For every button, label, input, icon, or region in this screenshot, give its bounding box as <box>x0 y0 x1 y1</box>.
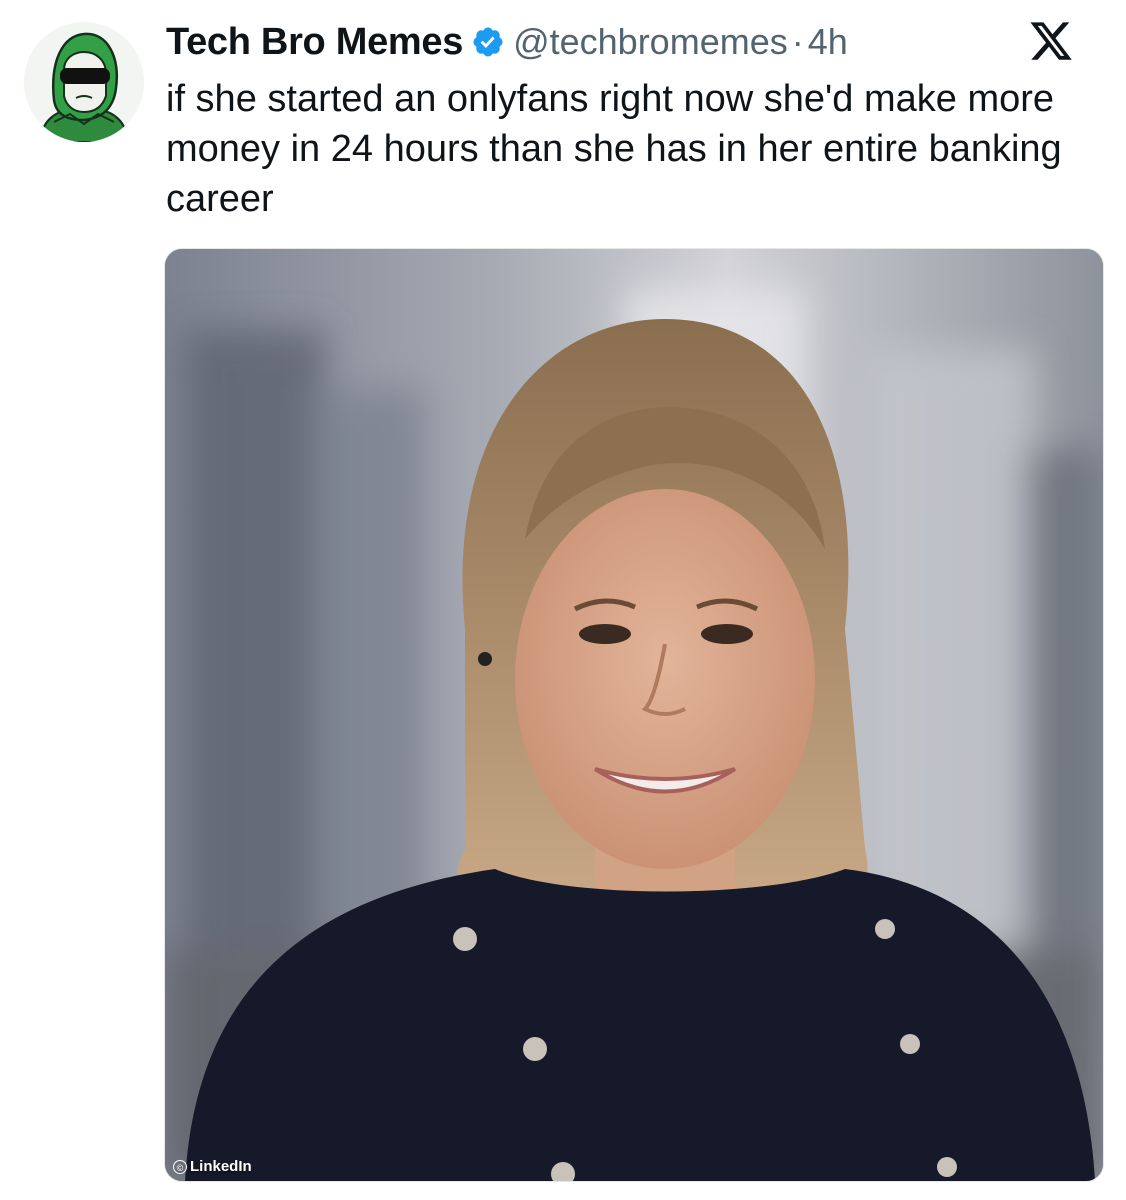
portrait-photo <box>165 249 1103 1181</box>
display-name[interactable]: Tech Bro Memes <box>166 21 463 64</box>
tweet-media-image[interactable]: © LinkedIn <box>164 248 1104 1182</box>
x-logo-icon <box>1028 18 1074 64</box>
image-credit: © LinkedIn <box>173 1158 252 1175</box>
tweet-text: if she started an onlyfans right now she… <box>166 78 1062 220</box>
hooded-avatar-icon <box>24 22 144 142</box>
avatar[interactable] <box>24 22 144 142</box>
user-handle[interactable]: @techbromemes <box>513 21 788 63</box>
copyright-icon: © <box>173 1159 187 1174</box>
separator-dot: · <box>791 21 804 62</box>
timestamp[interactable]: 4h <box>808 21 848 63</box>
image-credit-label: LinkedIn <box>190 1158 252 1175</box>
verified-badge-icon <box>471 25 505 59</box>
tweet-header: Tech Bro Memes @techbromemes · 4h <box>166 14 848 70</box>
